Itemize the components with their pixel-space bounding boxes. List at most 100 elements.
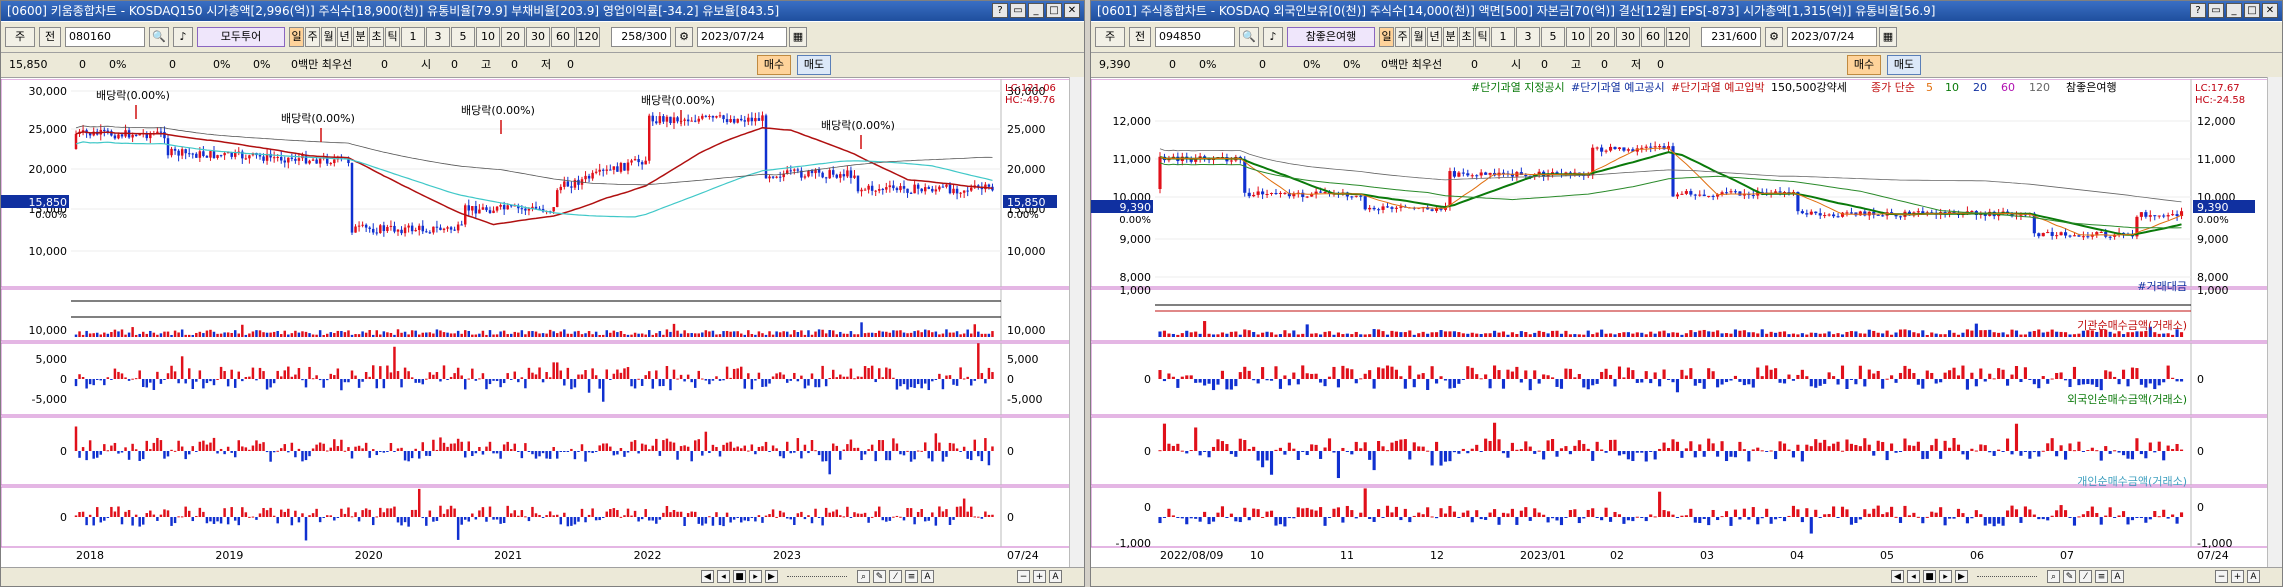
right-chart-canvas[interactable]: 12,000 12,00011,000 11,00010,000 10,0009,00… — [1091, 79, 2269, 568]
right-sell-button[interactable]: 매도 — [1887, 55, 1921, 75]
left-scroll-prev-icon[interactable]: ◂ — [717, 570, 730, 583]
left-zoom-out-icon[interactable]: − — [1017, 570, 1030, 583]
left-font-icon[interactable]: A — [1049, 570, 1062, 583]
left-chart-canvas[interactable]: 30,000 30,00025,000 25,00020,000 20,00015,0… — [1, 79, 1071, 568]
left-scroll-first-icon[interactable]: ◀ — [701, 570, 714, 583]
right-minimize-icon[interactable]: _ — [2226, 3, 2242, 18]
left-interval-button-6[interactable]: 60 — [551, 27, 575, 47]
right-interval-button-3[interactable]: 10 — [1566, 27, 1590, 47]
right-flow-bar-p2 — [1457, 451, 1461, 454]
right-market-select[interactable]: 주 — [1095, 27, 1125, 47]
right-buy-button[interactable]: 매수 — [1847, 55, 1881, 75]
right-maximize-icon[interactable]: □ — [2244, 3, 2260, 18]
left-vertical-scrollbar[interactable] — [1069, 77, 1084, 568]
left-maximize-icon[interactable]: □ — [1046, 3, 1062, 18]
left-market-select[interactable]: 주 — [5, 27, 35, 47]
right-font-icon[interactable]: A — [2247, 570, 2260, 583]
right-interval-button-7[interactable]: 120 — [1666, 27, 1690, 47]
left-buy-button[interactable]: 매수 — [757, 55, 791, 75]
left-interval-button-4[interactable]: 20 — [501, 27, 525, 47]
right-text-icon[interactable]: A — [2111, 570, 2124, 583]
left-minimize-icon[interactable]: _ — [1028, 3, 1044, 18]
left-scroll-last-icon[interactable]: ▶ — [765, 570, 778, 583]
left-sell-button[interactable]: 매도 — [797, 55, 831, 75]
left-date-input[interactable]: 2023/07/24 — [697, 27, 787, 47]
right-code-input[interactable]: 094850 — [1155, 27, 1235, 47]
left-flow-bar-p1 — [152, 379, 156, 390]
left-interval-button-7[interactable]: 120 — [576, 27, 600, 47]
left-interval-button-5[interactable]: 30 — [526, 27, 550, 47]
right-settings-icon[interactable]: ⚙ — [1765, 27, 1783, 47]
left-period-button-4[interactable]: 분 — [353, 27, 368, 47]
left-search-icon[interactable]: 🔍 — [149, 27, 169, 47]
left-prev-button[interactable]: 전 — [39, 27, 61, 47]
left-calendar-icon[interactable]: ▦ — [789, 27, 807, 47]
right-interval-button-0[interactable]: 1 — [1491, 27, 1515, 47]
right-zoom-in-icon[interactable]: + — [2231, 570, 2244, 583]
left-period-button-6[interactable]: 틱 — [385, 27, 400, 47]
left-zoom-in-icon[interactable]: + — [1033, 570, 1046, 583]
left-flow-bar-p2 — [651, 445, 655, 451]
left-scroll-stop-icon[interactable]: ■ — [733, 570, 746, 583]
left-count-input[interactable]: 258/300 — [611, 27, 671, 47]
right-interval-button-4[interactable]: 20 — [1591, 27, 1615, 47]
left-fib-icon[interactable]: ≡ — [905, 570, 918, 583]
left-line-icon[interactable]: ⁄ — [889, 570, 902, 583]
left-speaker-icon[interactable]: ♪ — [173, 27, 193, 47]
right-period-button-5[interactable]: 초 — [1459, 27, 1474, 47]
right-count-input[interactable]: 231/600 — [1701, 27, 1761, 47]
right-period-button-1[interactable]: 주 — [1395, 27, 1410, 47]
left-settings-icon[interactable]: ⚙ — [675, 27, 693, 47]
right-close-icon[interactable]: ✕ — [2262, 3, 2278, 18]
left-restore-icon[interactable]: ▭ — [1010, 3, 1026, 18]
right-scroll-first-icon[interactable]: ◀ — [1891, 570, 1904, 583]
left-flow-bar-p3 — [272, 515, 276, 517]
right-speaker-icon[interactable]: ♪ — [1263, 27, 1283, 47]
left-interval-button-2[interactable]: 5 — [451, 27, 475, 47]
right-fib-icon[interactable]: ≡ — [2095, 570, 2108, 583]
left-broker-button[interactable]: 모두투어 — [197, 27, 285, 47]
left-period-button-5[interactable]: 초 — [369, 27, 384, 47]
left-interval-button-0[interactable]: 1 — [401, 27, 425, 47]
right-period-button-4[interactable]: 분 — [1443, 27, 1458, 47]
left-close-icon[interactable]: ✕ — [1064, 3, 1080, 18]
right-scroll-last-icon[interactable]: ▶ — [1955, 570, 1968, 583]
right-vertical-scrollbar[interactable] — [2267, 77, 2282, 568]
right-zoom-out-icon[interactable]: − — [2215, 570, 2228, 583]
left-scroll-next-icon[interactable]: ▸ — [749, 570, 762, 583]
left-zoom-icon[interactable]: ⌕ — [857, 570, 870, 583]
left-interval-button-3[interactable]: 10 — [476, 27, 500, 47]
right-draw-icon[interactable]: ✎ — [2063, 570, 2076, 583]
right-scroll-next-icon[interactable]: ▸ — [1939, 570, 1952, 583]
right-interval-button-6[interactable]: 60 — [1641, 27, 1665, 47]
right-calendar-icon[interactable]: ▦ — [1879, 27, 1897, 47]
right-period-button-3[interactable]: 년 — [1427, 27, 1442, 47]
right-zoom-icon[interactable]: ⌕ — [2047, 570, 2060, 583]
left-period-button-2[interactable]: 월 — [321, 27, 336, 47]
left-scroll-track[interactable] — [787, 576, 847, 579]
right-period-button-6[interactable]: 틱 — [1475, 27, 1490, 47]
left-period-button-3[interactable]: 년 — [337, 27, 352, 47]
left-draw-icon[interactable]: ✎ — [873, 570, 886, 583]
right-interval-button-1[interactable]: 3 — [1516, 27, 1540, 47]
right-period-button-0[interactable]: 일 — [1379, 27, 1394, 47]
right-scroll-stop-icon[interactable]: ■ — [1923, 570, 1936, 583]
right-scroll-prev-icon[interactable]: ◂ — [1907, 570, 1920, 583]
left-text-icon[interactable]: A — [921, 570, 934, 583]
left-period-button-0[interactable]: 일 — [289, 27, 304, 47]
right-scroll-track[interactable] — [1977, 576, 2037, 579]
left-code-input[interactable]: 080160 — [65, 27, 145, 47]
right-line-icon[interactable]: ⁄ — [2079, 570, 2092, 583]
right-interval-button-5[interactable]: 30 — [1616, 27, 1640, 47]
right-date-input[interactable]: 2023/07/24 — [1787, 27, 1877, 47]
right-broker-button[interactable]: 참좋은여행 — [1287, 27, 1375, 47]
right-period-button-2[interactable]: 월 — [1411, 27, 1426, 47]
right-prev-button[interactable]: 전 — [1129, 27, 1151, 47]
left-help-icon[interactable]: ? — [992, 3, 1008, 18]
right-search-icon[interactable]: 🔍 — [1239, 27, 1259, 47]
right-interval-button-2[interactable]: 5 — [1541, 27, 1565, 47]
left-period-button-1[interactable]: 주 — [305, 27, 320, 47]
right-restore-icon[interactable]: ▭ — [2208, 3, 2224, 18]
left-interval-button-1[interactable]: 3 — [426, 27, 450, 47]
right-help-icon[interactable]: ? — [2190, 3, 2206, 18]
